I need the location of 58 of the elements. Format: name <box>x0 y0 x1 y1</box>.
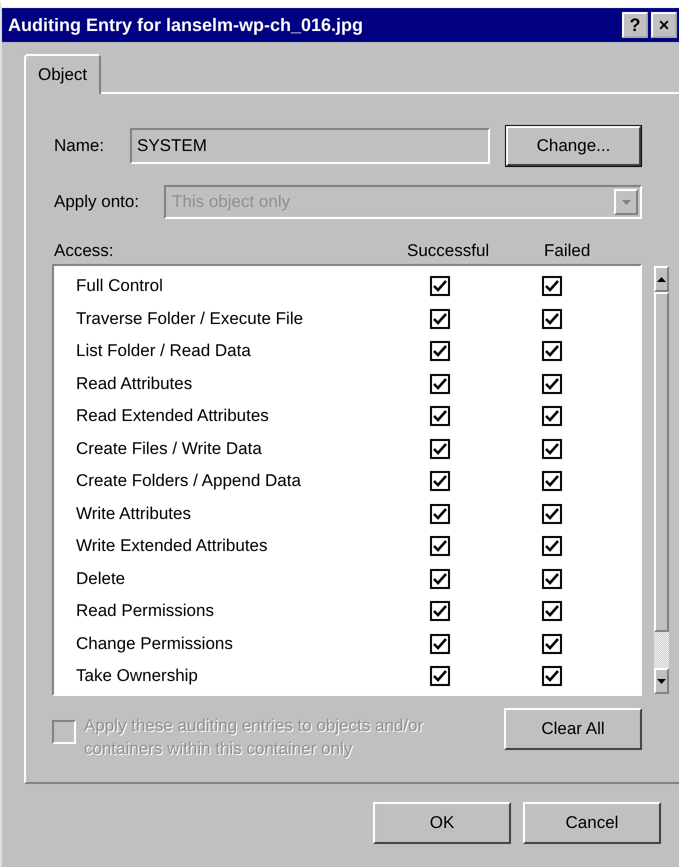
failed-checkbox[interactable] <box>542 341 562 362</box>
failed-checkbox[interactable] <box>542 666 562 686</box>
scroll-down-icon[interactable] <box>656 678 667 684</box>
failed-checkbox[interactable] <box>542 471 562 492</box>
failed-checkbox[interactable] <box>542 308 562 329</box>
failed-checkbox[interactable] <box>542 276 562 296</box>
permission-label: Write Extended Attributes <box>76 536 269 556</box>
failed-checkbox[interactable] <box>542 601 562 622</box>
close-button[interactable]: × <box>651 12 677 38</box>
permission-label: List Folder / Read Data <box>76 341 252 362</box>
permission-label: Change Permissions <box>76 634 234 654</box>
scroll-up-icon[interactable] <box>656 276 667 282</box>
access-label: Access: <box>54 241 115 261</box>
permission-label: Create Files / Write Data <box>76 438 263 459</box>
apply-onto-label: Apply onto: <box>54 192 140 212</box>
dropdown-arrow-icon <box>620 198 632 206</box>
successful-checkbox[interactable] <box>430 406 450 426</box>
column-header: Successful <box>407 241 490 261</box>
successful-checkbox[interactable] <box>430 666 450 686</box>
failed-checkbox[interactable] <box>542 438 562 459</box>
successful-checkbox[interactable] <box>430 438 450 459</box>
successful-checkbox[interactable] <box>430 276 450 296</box>
successful-checkbox[interactable] <box>430 634 450 654</box>
scroll-thumb[interactable] <box>654 292 669 632</box>
successful-checkbox[interactable] <box>430 504 450 524</box>
successful-checkbox[interactable] <box>430 568 450 589</box>
successful-checkbox[interactable] <box>430 308 450 329</box>
failed-checkbox[interactable] <box>542 504 562 524</box>
failed-checkbox[interactable] <box>542 406 562 426</box>
permission-label: Read Permissions <box>76 601 215 622</box>
failed-checkbox[interactable] <box>542 536 562 556</box>
permission-label: Delete <box>76 568 126 589</box>
permission-label: Read Extended Attributes <box>76 406 270 426</box>
window-title: Auditing Entry for lanselm-wp-ch_016.jpg <box>8 14 364 36</box>
permission-label: Take Ownership <box>76 666 199 686</box>
dialog-button[interactable]: OK <box>373 802 511 844</box>
successful-checkbox[interactable] <box>430 601 450 622</box>
successful-checkbox[interactable] <box>430 536 450 556</box>
tab[interactable]: Object <box>24 54 102 94</box>
failed-checkbox[interactable] <box>542 568 562 589</box>
name-label: Name: <box>54 136 106 156</box>
dialog-button[interactable]: Cancel <box>523 802 661 844</box>
scrollbar[interactable] <box>654 266 669 694</box>
clear-all-button[interactable]: Clear All <box>504 708 642 750</box>
name-field[interactable]: SYSTEM <box>130 128 490 164</box>
successful-checkbox[interactable] <box>430 341 450 362</box>
failed-checkbox[interactable] <box>542 374 562 394</box>
successful-checkbox[interactable] <box>430 471 450 492</box>
help-button[interactable]: ? <box>622 12 648 38</box>
column-header: Failed <box>543 241 592 261</box>
permission-label: Read Attributes <box>76 374 194 394</box>
permission-label: Traverse Folder / Execute File <box>76 308 304 329</box>
failed-checkbox[interactable] <box>542 634 562 654</box>
permission-label: Full Control <box>76 276 164 296</box>
successful-checkbox[interactable] <box>430 374 450 394</box>
change-button[interactable]: Change... <box>506 126 641 166</box>
permission-label: Create Folders / Append Data <box>76 471 302 492</box>
permission-label: Write Attributes <box>76 504 192 524</box>
